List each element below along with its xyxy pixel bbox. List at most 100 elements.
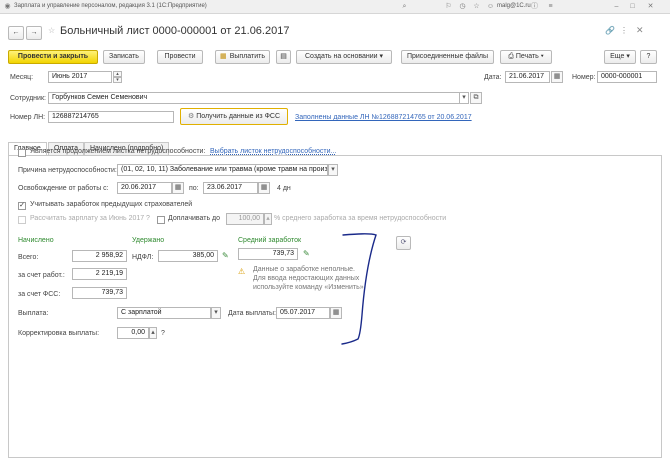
page-title: Больничный лист 0000-000001 от 21.06.201…: [60, 25, 290, 37]
dropdown-arrow-icon: ▾: [379, 53, 384, 60]
more-button[interactable]: Еще ▾: [604, 50, 636, 64]
pay-label: Выплатить: [229, 53, 265, 60]
pay-up-to-field[interactable]: 100,00: [226, 213, 264, 225]
pay-up-to-checkbox[interactable]: [157, 216, 165, 224]
annotation-bracket: [341, 233, 377, 345]
minimize-icon[interactable]: –: [612, 2, 621, 11]
edit-ndfl-icon[interactable]: ✎: [222, 251, 229, 260]
printer-icon: ⎙: [508, 53, 514, 60]
create-based-on-button[interactable]: Создать на основании ▾: [296, 50, 392, 64]
more-label: Еще: [610, 53, 625, 60]
create-based-label: Создать на основании: [304, 53, 378, 60]
release-from-field[interactable]: 20.06.2017: [117, 182, 172, 194]
reason-label: Причина нетрудоспособности:: [18, 167, 117, 174]
release-from-calendar-icon[interactable]: ▦: [172, 182, 184, 194]
release-to-calendar-icon[interactable]: ▦: [258, 182, 270, 194]
star-icon[interactable]: ☆: [472, 2, 481, 11]
pay-up-to-spin-icon[interactable]: ▴: [264, 213, 272, 225]
continuation-checkbox[interactable]: [18, 149, 26, 157]
user-icon[interactable]: ☺: [486, 2, 495, 11]
more-dropdown-icon: ▾: [626, 53, 630, 60]
search-icon[interactable]: ⌕: [400, 2, 409, 11]
info-icon[interactable]: ⓘ: [530, 2, 539, 11]
help-button[interactable]: ?: [640, 50, 657, 64]
accrued-header: Начислено: [18, 237, 54, 244]
reason-dropdown-icon[interactable]: ▾: [328, 164, 338, 176]
window-titlebar: ◉ Зарплата и управление персоналом, реда…: [0, 0, 670, 14]
month-label: Месяц:: [10, 74, 34, 81]
reason-field[interactable]: (01, 02, 10, 11) Заболевание или травма …: [117, 164, 328, 176]
average-earnings-header: Средний заработок: [238, 237, 302, 244]
pay-up-to-suffix: % среднего заработка за время нетрудоспо…: [274, 215, 447, 222]
release-to-field[interactable]: 23.06.2017: [203, 182, 258, 194]
favorite-star-icon[interactable]: ☆: [48, 26, 55, 35]
app-icon: ◉: [4, 3, 11, 10]
correction-help[interactable]: ?: [161, 330, 165, 337]
sick-number-field[interactable]: 126887214765: [48, 111, 174, 123]
post-button[interactable]: Провести: [157, 50, 203, 64]
ndfl-label: НДФЛ:: [132, 254, 154, 261]
app-title: Зарплата и управление персоналом, редакц…: [14, 3, 207, 9]
employer-field: 2 219,19: [72, 268, 127, 280]
warning-icon: ⚠: [238, 267, 246, 276]
date-calendar-icon[interactable]: ▦: [551, 71, 563, 83]
number-label: Номер:: [572, 74, 596, 81]
refresh-button[interactable]: ⟳: [396, 236, 411, 250]
more-dots-icon[interactable]: ⋮: [620, 26, 628, 35]
correction-field[interactable]: 0,00: [117, 327, 149, 339]
back-button[interactable]: ←: [8, 26, 24, 40]
withheld-header: Удержано: [132, 237, 165, 244]
total-label: Всего:: [18, 254, 39, 261]
payout-dropdown-icon[interactable]: ▾: [211, 307, 221, 319]
journal-button[interactable]: ▤: [276, 50, 291, 64]
pay-up-to-label: Доплачивать до: [168, 215, 221, 222]
ndfl-field: 385,00: [158, 250, 218, 262]
fss-icon: ⚙: [187, 113, 195, 120]
history-icon[interactable]: ◷: [458, 2, 467, 11]
date-field[interactable]: 21.06.2017: [505, 71, 550, 83]
pay-button[interactable]: ▦ Выплатить: [215, 50, 270, 64]
link-icon[interactable]: 🔗: [605, 26, 615, 35]
employee-field[interactable]: Горбунков Семен Семенович: [48, 92, 460, 104]
employee-open-icon[interactable]: ⧉: [470, 92, 482, 104]
close-window-icon[interactable]: ✕: [646, 2, 655, 11]
filled-data-link[interactable]: Заполнены данные ЛН №126887214765 от 20.…: [295, 114, 472, 121]
average-earnings-field: 739,73: [238, 248, 298, 260]
to-label: по:: [189, 185, 199, 192]
print-dropdown-icon: ▾: [540, 53, 544, 60]
payout-label: Выплата:: [18, 310, 49, 317]
pay-date-calendar-icon[interactable]: ▦: [330, 307, 342, 319]
sick-number-label: Номер ЛН:: [10, 114, 46, 121]
user-name[interactable]: malg@1C.ru: [497, 3, 531, 9]
forward-button[interactable]: →: [26, 26, 42, 40]
maximize-icon[interactable]: □: [628, 2, 637, 11]
bell-icon[interactable]: ⚐: [444, 2, 453, 11]
menu-icon[interactable]: ≡: [546, 2, 555, 11]
date-label: Дата:: [484, 74, 502, 81]
calc-salary-checkbox[interactable]: [18, 216, 26, 224]
correction-label: Корректировка выплаты:: [18, 330, 100, 337]
close-form-icon[interactable]: ✕: [636, 25, 644, 36]
month-down-icon[interactable]: ▾: [113, 77, 122, 83]
fss-button-label: Получить данные из ФСС: [196, 113, 281, 120]
print-button[interactable]: ⎙ Печать ▾: [500, 50, 552, 64]
post-and-close-button[interactable]: Провести и закрыть: [8, 50, 98, 64]
employee-dropdown-icon[interactable]: ▾: [460, 92, 469, 104]
fss-field: 739,73: [72, 287, 127, 299]
pay-date-field[interactable]: 05.07.2017: [276, 307, 330, 319]
calc-salary-help[interactable]: ?: [146, 215, 150, 222]
payout-field[interactable]: С зарплатой: [117, 307, 211, 319]
release-label: Освобождение от работы с:: [18, 185, 109, 192]
attached-files-button[interactable]: Присоединенные файлы: [401, 50, 494, 64]
calc-salary-label: Рассчитать зарплату за Июнь 2017: [30, 215, 145, 222]
choose-sick-leave-link[interactable]: Выбрать листок нетрудоспособности...: [210, 148, 336, 155]
save-button[interactable]: Записать: [103, 50, 145, 64]
edit-average-earnings-icon[interactable]: ✎: [303, 249, 310, 258]
prev-insurers-checkbox[interactable]: ✓: [18, 202, 26, 210]
pay-date-label: Дата выплаты:: [228, 310, 276, 317]
correction-spin-icon[interactable]: ▴: [149, 327, 157, 339]
number-field[interactable]: 0000-000001: [597, 71, 657, 83]
continuation-label: Является продолжением листка нетрудоспос…: [30, 148, 206, 155]
month-field[interactable]: Июнь 2017: [48, 71, 112, 83]
get-fss-data-button[interactable]: ⚙ Получить данные из ФСС: [180, 108, 288, 125]
